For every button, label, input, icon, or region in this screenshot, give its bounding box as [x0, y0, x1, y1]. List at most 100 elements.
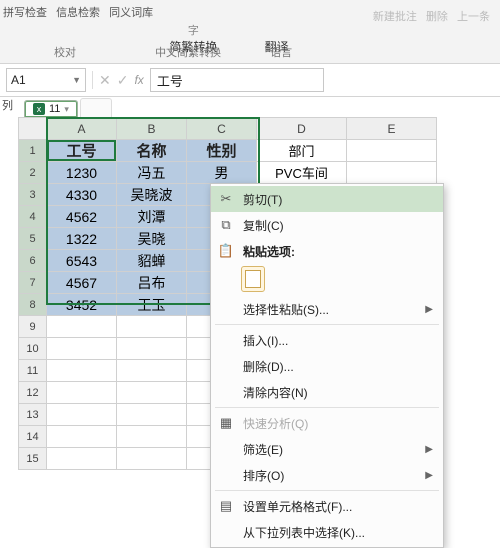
- cell[interactable]: 名称: [117, 140, 187, 162]
- formula-input[interactable]: 工号: [150, 68, 324, 92]
- cell[interactable]: 冯五: [117, 162, 187, 184]
- ribbon-group-language: 语言: [246, 44, 316, 60]
- cell[interactable]: [347, 140, 437, 162]
- cell[interactable]: [47, 360, 117, 382]
- quick-analysis-icon: ▦: [217, 415, 235, 431]
- cell[interactable]: [47, 426, 117, 448]
- ribbon-group-convert: 中文简繁转换: [133, 44, 243, 60]
- cell[interactable]: [117, 360, 187, 382]
- workbook-tab-ghost[interactable]: [80, 98, 112, 117]
- name-box[interactable]: A1 ▼: [6, 68, 86, 92]
- menu-copy[interactable]: ⧉复制(C): [211, 212, 443, 238]
- separator: [92, 71, 93, 89]
- menu-format-cells[interactable]: ▤设置单元格格式(F)...: [211, 493, 443, 519]
- cell[interactable]: 王玉: [117, 294, 187, 316]
- cell[interactable]: 工号: [47, 140, 117, 162]
- cell[interactable]: 4562: [47, 206, 117, 228]
- row-header[interactable]: 1: [19, 140, 47, 162]
- workbook-tabs: x 11 ▾: [18, 95, 437, 117]
- tab-dropdown-icon[interactable]: ▾: [64, 104, 69, 115]
- row-header[interactable]: 15: [19, 448, 47, 470]
- cell[interactable]: [117, 338, 187, 360]
- menu-paste-options: 📋粘贴选项:: [211, 238, 443, 264]
- col-header-E[interactable]: E: [347, 118, 437, 140]
- menu-filter[interactable]: 筛选(E)▶: [211, 436, 443, 462]
- cell[interactable]: 4330: [47, 184, 117, 206]
- row-header[interactable]: 11: [19, 360, 47, 382]
- workbook-tab[interactable]: x 11 ▾: [24, 100, 78, 117]
- cell[interactable]: [117, 448, 187, 470]
- menu-insert[interactable]: 插入(I)...: [211, 327, 443, 353]
- cell[interactable]: 1322: [47, 228, 117, 250]
- cell[interactable]: [47, 404, 117, 426]
- cancel-icon: ✕: [99, 72, 111, 89]
- menu-separator: [215, 324, 439, 325]
- chevron-right-icon: ▶: [425, 444, 433, 455]
- row-header[interactable]: 2: [19, 162, 47, 184]
- cell[interactable]: 3452: [47, 294, 117, 316]
- menu-paste-special[interactable]: 选择性粘贴(S)...▶: [211, 296, 443, 322]
- cell[interactable]: [347, 162, 437, 184]
- row-header[interactable]: 9: [19, 316, 47, 338]
- row-header[interactable]: 5: [19, 228, 47, 250]
- workbook-tab-label: 11: [49, 103, 60, 115]
- col-header-C[interactable]: C: [187, 118, 257, 140]
- cell[interactable]: 貂蝉: [117, 250, 187, 272]
- menu-quick-analysis: ▦快速分析(Q): [211, 410, 443, 436]
- row-header[interactable]: 10: [19, 338, 47, 360]
- cell[interactable]: [47, 382, 117, 404]
- name-box-dropdown-icon[interactable]: ▼: [72, 75, 81, 85]
- row-header[interactable]: 13: [19, 404, 47, 426]
- cell[interactable]: [47, 316, 117, 338]
- cell[interactable]: 4567: [47, 272, 117, 294]
- cell[interactable]: 吕布: [117, 272, 187, 294]
- cell[interactable]: 部门: [257, 140, 347, 162]
- select-all-corner[interactable]: [19, 118, 47, 140]
- ribbon-groups: 校对 中文简繁转换 语言: [0, 44, 500, 60]
- menu-pick-from-dropdown[interactable]: 从下拉列表中选择(K)...: [211, 519, 443, 545]
- row-header[interactable]: 14: [19, 426, 47, 448]
- chevron-right-icon: ▶: [425, 304, 433, 315]
- scissors-icon: ✂: [217, 191, 235, 207]
- cell[interactable]: [117, 382, 187, 404]
- paste-option-button[interactable]: [241, 266, 265, 292]
- cell[interactable]: 性别: [187, 140, 257, 162]
- formula-bar: A1 ▼ ✕ ✓ fx 工号: [0, 64, 500, 97]
- cell[interactable]: 6543: [47, 250, 117, 272]
- cell[interactable]: PVC车间: [257, 162, 347, 184]
- cell[interactable]: [117, 316, 187, 338]
- cell[interactable]: 吴晓: [117, 228, 187, 250]
- chevron-right-icon: ▶: [425, 470, 433, 481]
- col-header-B[interactable]: B: [117, 118, 187, 140]
- menu-clear[interactable]: 清除内容(N): [211, 379, 443, 405]
- col-header-A[interactable]: A: [47, 118, 117, 140]
- enter-icon: ✓: [117, 72, 129, 89]
- clipboard-icon: 📋: [217, 243, 235, 259]
- fx-icon[interactable]: fx: [134, 73, 143, 87]
- menu-cut[interactable]: ✂剪切(T): [211, 186, 443, 212]
- menu-delete[interactable]: 删除(D)...: [211, 353, 443, 379]
- row-header[interactable]: 12: [19, 382, 47, 404]
- context-menu: ✂剪切(T) ⧉复制(C) 📋粘贴选项: 选择性粘贴(S)...▶ 插入(I).…: [210, 183, 444, 548]
- menu-sort[interactable]: 排序(O)▶: [211, 462, 443, 488]
- cell[interactable]: [117, 404, 187, 426]
- row-header[interactable]: 8: [19, 294, 47, 316]
- row-header[interactable]: 7: [19, 272, 47, 294]
- name-box-value: A1: [11, 73, 26, 87]
- ribbon-group-proofing: 校对: [0, 44, 130, 60]
- cell[interactable]: 1230: [47, 162, 117, 184]
- cell[interactable]: 男: [187, 162, 257, 184]
- cell[interactable]: 刘潭: [117, 206, 187, 228]
- cell[interactable]: [47, 338, 117, 360]
- row-header[interactable]: 4: [19, 206, 47, 228]
- col-header-D[interactable]: D: [257, 118, 347, 140]
- cell[interactable]: [47, 448, 117, 470]
- copy-icon: ⧉: [217, 217, 235, 233]
- cell[interactable]: [117, 426, 187, 448]
- excel-icon: x: [33, 103, 45, 115]
- row-header[interactable]: 3: [19, 184, 47, 206]
- row-header[interactable]: 6: [19, 250, 47, 272]
- menu-separator: [215, 407, 439, 408]
- ribbon: 拼写检查 信息检索 同义词库 新建批注 删除 上一条 字简繁转换 翻译 校对 中…: [0, 0, 500, 64]
- cell[interactable]: 吴晓波: [117, 184, 187, 206]
